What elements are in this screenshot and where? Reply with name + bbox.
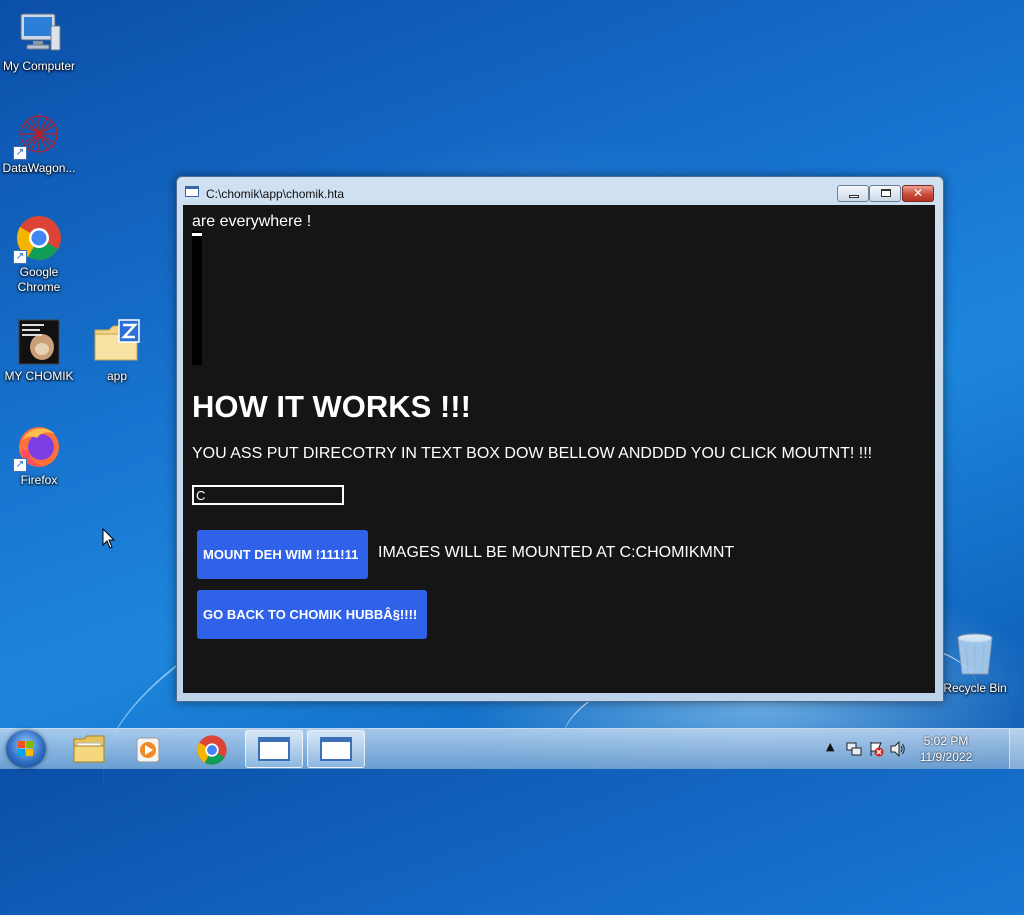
windows-logo-icon xyxy=(18,741,33,756)
desktop-icon-firefox[interactable]: ↗ Firefox xyxy=(0,422,78,488)
taskbar-media-player-button[interactable] xyxy=(121,730,179,768)
back-to-hub-button[interactable]: GO BACK TO CHOMIK HUBBÂ§!!!! xyxy=(197,590,427,639)
marquee-area xyxy=(192,231,202,365)
folder-icon xyxy=(73,735,105,763)
shortcut-arrow-icon: ↗ xyxy=(13,458,27,472)
zipped-folder-icon xyxy=(93,318,141,366)
window-title: C:\chomik\app\chomik.hta xyxy=(206,187,345,201)
clock-time: 5:02 PM xyxy=(923,734,969,748)
desktop-icon-label: Recycle Bin xyxy=(943,681,1007,695)
desktop-icon-label: app xyxy=(106,369,128,383)
desktop-icon-app[interactable]: app xyxy=(78,318,156,384)
datawagon-icon: ↗ xyxy=(13,110,63,160)
how-it-works-heading: HOW IT WORKS !!! xyxy=(192,389,471,424)
window-icon xyxy=(185,186,199,197)
desktop-icon-label: My Computer xyxy=(2,59,76,73)
directory-input[interactable] xyxy=(192,485,344,505)
taskbar-hta-window-button[interactable] xyxy=(307,730,365,768)
taskbar-window-button[interactable] xyxy=(245,730,303,768)
desktop-icon-recycle-bin[interactable]: Recycle Bin xyxy=(936,630,1014,696)
desktop-icon-google-chrome[interactable]: ↗ Google Chrome xyxy=(0,214,78,295)
action-center-icon[interactable] xyxy=(868,741,884,757)
taskbar-explorer-button[interactable] xyxy=(60,730,118,768)
window-titlebar[interactable]: C:\chomik\app\chomik.hta ✕ xyxy=(177,177,943,205)
taskbar-clock[interactable]: 5:02 PM 11/9/2022 xyxy=(916,733,976,765)
chrome-icon: ↗ xyxy=(13,214,63,264)
window-icon xyxy=(258,737,290,761)
shortcut-arrow-icon: ↗ xyxy=(13,146,27,160)
volume-icon[interactable] xyxy=(890,741,906,757)
minimize-button[interactable] xyxy=(837,185,869,202)
close-button[interactable]: ✕ xyxy=(902,185,934,202)
desktop-icon-label: Firefox xyxy=(20,473,58,487)
mount-button[interactable]: MOUNT DEH WIM !111!11 xyxy=(197,530,368,579)
chevron-up-icon[interactable]: ▲ xyxy=(826,740,834,753)
media-player-icon xyxy=(136,737,160,763)
firefox-icon: ↗ xyxy=(13,422,63,472)
instructions-text: YOU ASS PUT DIRECOTRY IN TEXT BOX DOW BE… xyxy=(192,445,873,462)
scrolling-text: are everywhere ! xyxy=(192,213,312,230)
chrome-icon xyxy=(197,735,227,765)
desktop-icon-my-computer[interactable]: My Computer xyxy=(0,8,78,74)
mount-location-text: IMAGES WILL BE MOUNTED AT C:CHOMIKMNT xyxy=(378,544,735,561)
maximize-button[interactable] xyxy=(869,185,901,202)
shortcut-arrow-icon: ↗ xyxy=(13,250,27,264)
start-button[interactable] xyxy=(6,730,46,768)
window-icon xyxy=(320,737,352,761)
desktop-icon-label: Google Chrome xyxy=(17,265,61,294)
desktop-icon-label: DataWagon... xyxy=(2,161,76,175)
network-icon[interactable] xyxy=(846,741,862,757)
image-icon xyxy=(15,318,63,366)
app-content: are everywhere ! HOW IT WORKS !!! YOU AS… xyxy=(183,205,935,693)
mouse-cursor-icon xyxy=(102,528,116,549)
clock-date: 11/9/2022 xyxy=(919,750,973,764)
show-desktop-button[interactable] xyxy=(1009,729,1024,769)
recycle-bin-icon xyxy=(951,630,999,678)
taskbar: ▲ 5:02 PM 11/9/2022 xyxy=(0,728,1024,769)
desktop-icon-my-chomik[interactable]: MY CHOMIK xyxy=(0,318,78,384)
system-tray: ▲ 5:02 PM 11/9/2022 xyxy=(820,729,1010,769)
taskbar-chrome-button[interactable] xyxy=(183,730,241,768)
computer-icon xyxy=(15,8,63,56)
desktop-icon-datawagon[interactable]: ↗ DataWagon... xyxy=(0,110,78,176)
app-window: C:\chomik\app\chomik.hta ✕ are everywher… xyxy=(176,176,944,702)
close-icon: ✕ xyxy=(912,186,924,200)
desktop-icon-label: MY CHOMIK xyxy=(4,369,74,383)
